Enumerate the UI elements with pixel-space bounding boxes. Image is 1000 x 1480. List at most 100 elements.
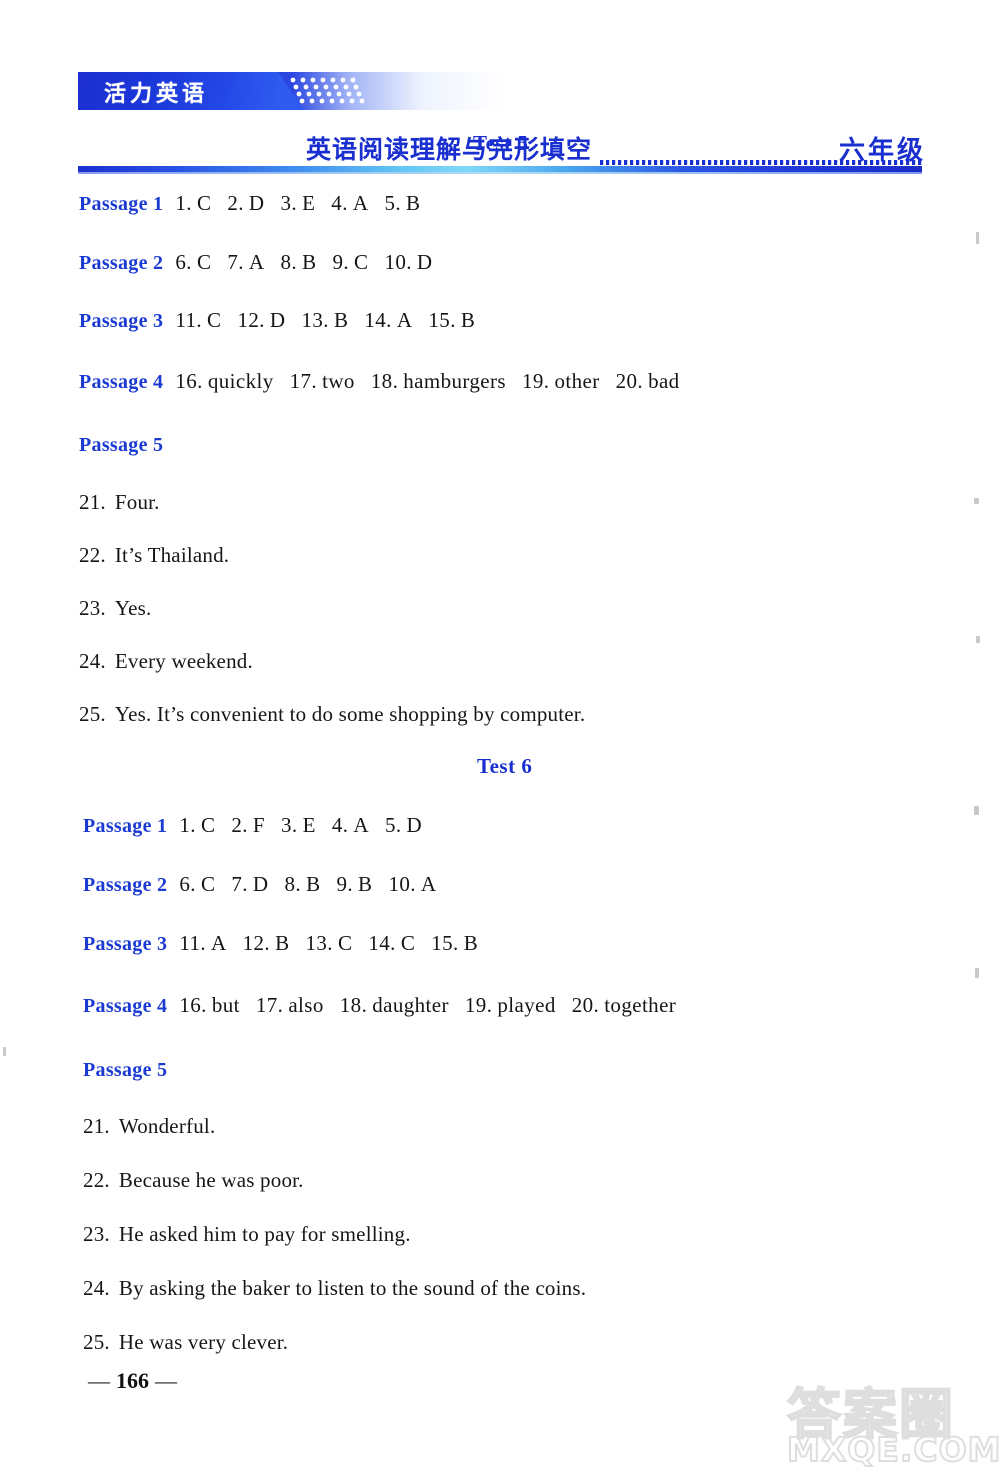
- answer-number: 11.: [179, 931, 207, 955]
- answer-text: Four.: [114, 490, 160, 514]
- passage-answers: 1. C 2. D 3. E 4. A 5. B: [175, 191, 436, 215]
- answer-number: 25.: [79, 702, 106, 726]
- scan-speck: [975, 968, 979, 978]
- answer-item: 20. together: [572, 993, 676, 1017]
- answer-item: 17. two: [290, 369, 355, 393]
- answer-number: 16.: [179, 993, 207, 1017]
- answer-item: 16. quickly: [175, 369, 273, 393]
- answer-value: D: [416, 250, 433, 274]
- answer-number: 20.: [571, 993, 600, 1017]
- answer-number: 18.: [370, 369, 399, 393]
- watermark: 答案圈 MXQE.COM: [771, 1368, 1000, 1476]
- scan-speck: [976, 232, 979, 244]
- answer-value: B: [463, 931, 479, 955]
- passage-answers: 16. but 17. also 18. daughter 19. played 20. toge…: [179, 993, 692, 1017]
- answer-text: By asking the baker to listen to the sou…: [118, 1276, 587, 1300]
- passage-row: Passage 4 16. quickly 17. two 18. hamburgers 19…: [79, 369, 696, 394]
- answer-number: 24.: [83, 1276, 110, 1300]
- answer-text: Because he was poor.: [118, 1168, 304, 1192]
- answer-number: 6.: [179, 872, 196, 896]
- answer-item: 15. B: [428, 308, 475, 332]
- answer-value: C: [200, 872, 216, 896]
- watermark-domain-text: MXQE.COM: [786, 1429, 1000, 1470]
- answer-value: B: [306, 872, 321, 896]
- answer-value: D: [248, 191, 265, 215]
- answer-number: 17.: [289, 369, 318, 393]
- answer-number: 12.: [242, 931, 271, 955]
- answer-value: played: [497, 993, 556, 1017]
- answer-number: 1.: [175, 191, 192, 215]
- answer-number: 14.: [364, 308, 392, 332]
- answer-line: 22. It’s Thailand.: [79, 543, 229, 568]
- answer-text: Yes.: [114, 596, 152, 620]
- book-title: 英语阅读理解与完形填空: [306, 135, 593, 164]
- page-number-value: 166: [116, 1368, 149, 1393]
- answer-number: 2.: [227, 191, 244, 215]
- answer-number: 16.: [175, 369, 203, 393]
- answer-number: 13.: [301, 308, 329, 332]
- answer-number: 6.: [175, 250, 192, 274]
- passage-row: Passage 2 6. C 7. D 8. B 9. B 10. A: [83, 872, 453, 897]
- passage-label: Passage 3: [83, 933, 168, 955]
- answer-number: 21.: [83, 1114, 110, 1138]
- scan-speck: [974, 498, 979, 504]
- scan-speck: [974, 806, 979, 815]
- answer-value: B: [333, 308, 349, 332]
- answer-value: A: [353, 813, 369, 837]
- answer-item: 20. bad: [616, 369, 680, 393]
- answer-item: 18. daughter: [340, 993, 449, 1017]
- passage-row: Passage 3 11. C 12. D 13. B 14. A 15. B: [79, 308, 491, 333]
- answer-value: C: [337, 931, 353, 955]
- answer-item: 2. D: [227, 191, 264, 215]
- passage-label: Passage 5: [79, 434, 164, 456]
- answer-value: B: [302, 250, 317, 274]
- answer-line: 22. Because he was poor.: [83, 1168, 304, 1193]
- passage-label: Passage 5: [83, 1059, 168, 1081]
- passage-answers: 1. C 2. F 3. E 4. A 5. D: [179, 813, 438, 837]
- answer-number: 4.: [331, 813, 349, 837]
- answer-number: 4.: [331, 191, 348, 215]
- answer-number: 23.: [83, 1222, 110, 1246]
- passage-label: Passage 2: [79, 252, 164, 274]
- answer-value: A: [396, 308, 413, 332]
- answer-item: 10. D: [384, 250, 432, 274]
- answer-number: 19.: [522, 369, 550, 393]
- answer-value: C: [354, 250, 369, 274]
- answer-text: Yes. It’s convenient to do some shopping…: [114, 702, 586, 726]
- answer-number: 8.: [280, 250, 298, 274]
- answer-value: B: [460, 308, 476, 332]
- answer-value: D: [406, 813, 423, 837]
- answer-number: 8.: [284, 872, 302, 896]
- answer-number: 3.: [280, 191, 298, 215]
- answer-item: 18. hamburgers: [371, 369, 506, 393]
- passage-row: Passage 2 6. C 7. A 8. B 9. C 10. D: [79, 250, 449, 275]
- answer-value: A: [352, 191, 369, 215]
- scan-speck: [976, 636, 980, 643]
- passage-label: Passage 1: [83, 815, 168, 837]
- answer-value: other: [554, 369, 600, 393]
- answer-number: 15.: [428, 308, 456, 332]
- answer-number: 10.: [388, 872, 416, 896]
- answer-number: 5.: [384, 813, 402, 837]
- answer-number: 7.: [227, 250, 244, 274]
- answer-item: 17. also: [256, 993, 324, 1017]
- answer-line: 23. Yes.: [79, 596, 151, 621]
- answer-text: Wonderful.: [118, 1114, 216, 1138]
- answer-value: but: [211, 993, 240, 1017]
- answer-item: 6. C: [179, 872, 215, 896]
- answer-text: He asked him to pay for smelling.: [118, 1222, 411, 1246]
- passage-answers: 16. quickly 17. two 18. hamburgers 19. other 20.…: [175, 369, 695, 393]
- answer-number: 22.: [83, 1168, 110, 1192]
- answer-value: quickly: [207, 369, 274, 393]
- answer-value: together: [604, 993, 677, 1017]
- answer-value: daughter: [372, 993, 449, 1017]
- answer-number: 17.: [255, 993, 284, 1017]
- page-number-dash-right: —: [155, 1368, 177, 1393]
- answer-value: B: [358, 872, 373, 896]
- answer-number: 18.: [339, 993, 368, 1017]
- answer-number: 21.: [79, 490, 106, 514]
- answer-text: It’s Thailand.: [114, 543, 230, 567]
- passage-label: Passage 2: [83, 874, 168, 896]
- answer-item: 6. C: [175, 250, 211, 274]
- answer-item: 10. A: [388, 872, 436, 896]
